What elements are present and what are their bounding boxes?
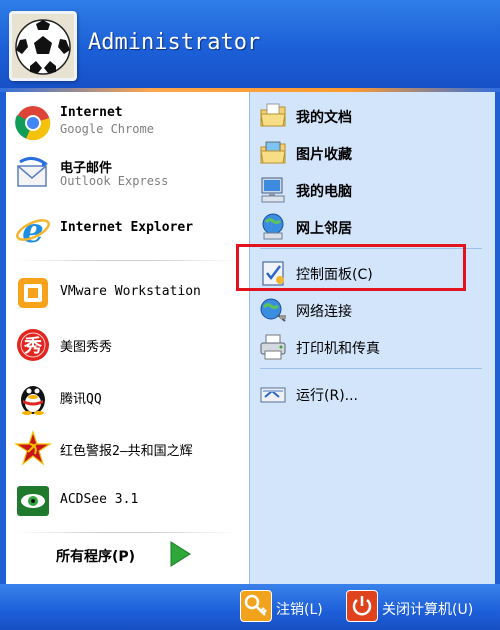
menu-separator: [16, 532, 238, 533]
recent-item-qq[interactable]: 腾讯QQ: [6, 372, 249, 420]
start-menu: Administrator Internet Google Chrome 电子邮…: [0, 0, 500, 630]
recent-item-red-alert[interactable]: 红色警报2—共和国之辉: [6, 424, 249, 472]
svg-text:e: e: [22, 211, 44, 248]
my-documents-icon: [258, 101, 288, 131]
svg-text:秀: 秀: [23, 336, 42, 357]
place-my-documents[interactable]: 我的文档: [250, 98, 495, 132]
run-label: 运行(R)...: [296, 388, 359, 404]
place-my-computer[interactable]: 我的电脑: [250, 172, 495, 206]
chrome-icon: [14, 104, 52, 142]
menu-separator: [16, 260, 238, 261]
recent-item-title: 红色警报2—共和国之辉: [60, 444, 193, 459]
network-places-icon: [258, 212, 288, 242]
place-my-pictures[interactable]: 图片收藏: [250, 135, 495, 169]
shutdown-button[interactable]: 关闭计算机(U): [346, 590, 496, 624]
control-panel-highlight-box: [236, 244, 466, 291]
run-command[interactable]: 运行(R)...: [250, 376, 495, 410]
all-programs-button[interactable]: 所有程序(P): [56, 540, 236, 570]
run-icon: [258, 379, 288, 409]
acdsee-icon: [14, 482, 52, 520]
start-menu-footer: 注销(L) 关闭计算机(U): [0, 584, 500, 630]
soccer-ball-icon: [12, 14, 74, 78]
system-printers[interactable]: 打印机和传真: [250, 329, 495, 363]
key-icon: [240, 590, 272, 622]
power-icon: [346, 590, 378, 622]
red-alert-icon: [13, 430, 53, 468]
recent-item-meitu[interactable]: 秀 美图秀秀: [6, 320, 249, 368]
place-label: 图片收藏: [296, 147, 352, 163]
recent-item-title: 腾讯QQ: [60, 392, 102, 407]
places-column: 我的文档 图片收藏 我的电脑 网上邻居 控制面板(C) 网络连接 打印机和传真 …: [249, 92, 495, 584]
user-name: Administrator: [88, 30, 261, 55]
programs-column: Internet Google Chrome 电子邮件 Outlook Expr…: [6, 92, 249, 584]
recent-item-title: 美图秀秀: [60, 340, 113, 355]
place-label: 网上邻居: [296, 221, 352, 237]
system-separator: [260, 368, 482, 369]
green-arrow-icon: [168, 540, 192, 568]
outlook-express-icon: [14, 156, 52, 194]
pinned-item-internet[interactable]: Internet Google Chrome: [6, 98, 249, 146]
all-programs-label: 所有程序(P): [56, 549, 136, 565]
my-computer-icon: [258, 175, 288, 205]
system-network-connections[interactable]: 网络连接: [250, 292, 495, 326]
recent-item-vmware[interactable]: VMware Workstation: [6, 268, 249, 316]
user-avatar[interactable]: [9, 11, 77, 81]
vmware-icon: [14, 274, 52, 312]
pinned-item-title: Internet: [60, 105, 123, 120]
pinned-item-subtitle: Google Chrome: [60, 122, 154, 136]
logoff-label: 注销(L): [276, 602, 323, 618]
qq-icon: [14, 378, 52, 416]
recent-item-internet-explorer[interactable]: e Internet Explorer: [6, 204, 249, 252]
my-pictures-icon: [258, 138, 288, 168]
place-label: 我的电脑: [296, 184, 352, 200]
printers-icon: [258, 332, 288, 362]
recent-item-acdsee[interactable]: ACDSee 3.1: [6, 476, 249, 524]
pinned-item-email[interactable]: 电子邮件 Outlook Express: [6, 150, 249, 198]
system-label: 打印机和传真: [296, 341, 380, 357]
meitu-icon: 秀: [14, 326, 52, 364]
internet-explorer-icon: e: [14, 210, 52, 251]
network-connections-icon: [258, 295, 288, 325]
logoff-button[interactable]: 注销(L): [240, 590, 340, 624]
recent-item-title: VMware Workstation: [60, 284, 201, 299]
recent-item-title: ACDSee 3.1: [60, 492, 139, 507]
system-label: 网络连接: [296, 304, 352, 320]
place-network[interactable]: 网上邻居: [250, 209, 495, 243]
pinned-item-subtitle: Outlook Express: [60, 174, 169, 188]
start-menu-header: Administrator: [0, 0, 500, 90]
place-label: 我的文档: [296, 110, 352, 126]
shutdown-label: 关闭计算机(U): [382, 602, 474, 618]
recent-item-title: Internet Explorer: [60, 220, 194, 235]
